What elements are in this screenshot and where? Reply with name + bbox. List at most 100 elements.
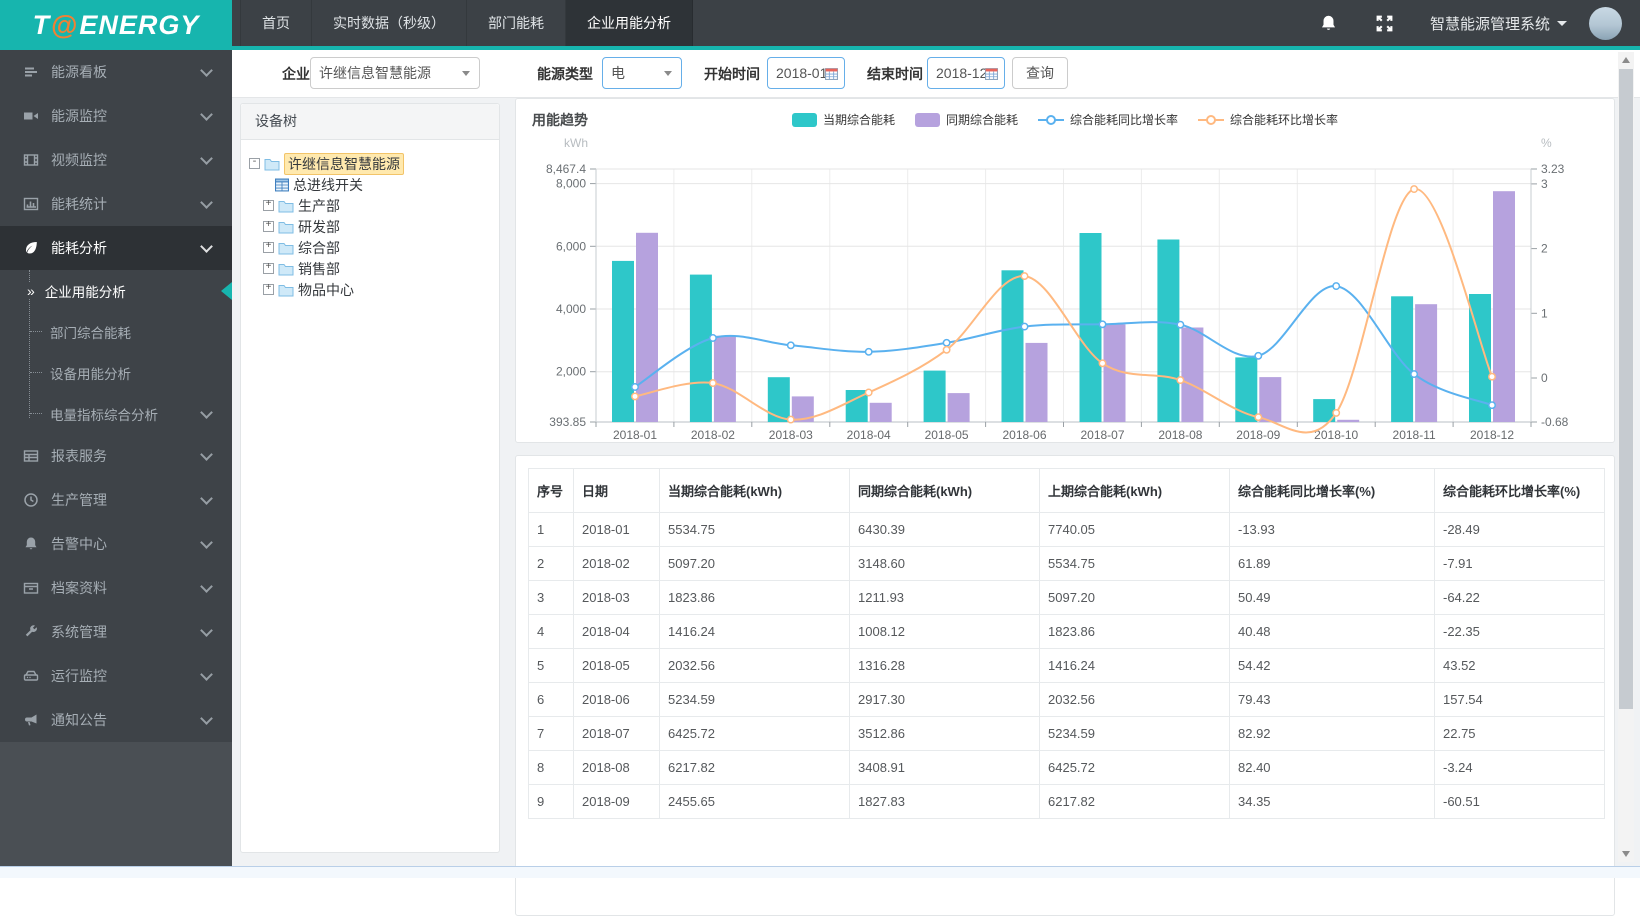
expand-icon[interactable]: + (263, 200, 274, 211)
tree-node-root[interactable]: - 许继信息智慧能源 (249, 152, 491, 175)
column-header: 上期综合能耗(kWh) (1039, 468, 1230, 513)
table-cell: 3148.60 (849, 546, 1040, 581)
table-cell: 2018-06 (573, 682, 660, 717)
sidebar-item-7[interactable]: 生产管理 (0, 478, 232, 522)
table-cell: 61.89 (1229, 546, 1435, 581)
sidebar-item-11[interactable]: 运行监控 (0, 654, 232, 698)
table-row: 9 2018-09 2455.65 1827.83 6217.82 34.35 -60.51 (528, 784, 1605, 819)
sidebar: 能源看板 能源监控 视频监控能耗统计能耗分析 » 企业用能分析 部门综合能耗 设备用能分析电… (0, 50, 232, 866)
start-time-input[interactable]: 2018-01 (767, 57, 845, 89)
sidebar-item-10[interactable]: 系统管理 (0, 610, 232, 654)
table-cell: 2018-01 (573, 512, 660, 547)
expand-icon[interactable]: + (263, 221, 274, 232)
folder-icon (278, 262, 294, 276)
table-cell: 3 (528, 580, 574, 615)
sidebar-item-6[interactable]: 报表服务 (0, 434, 232, 478)
user-avatar[interactable] (1589, 6, 1622, 40)
end-time-input[interactable]: 2018-12 (927, 57, 1005, 89)
sidebar-item-label: 报表服务 (51, 448, 107, 464)
expand-icon[interactable]: + (263, 263, 274, 274)
point-综合能耗环比增长率-2018-03 (786, 415, 795, 424)
scrollbar-up-arrow-icon[interactable] (1618, 52, 1634, 68)
table-cell: 1211.93 (849, 580, 1040, 615)
tree-node-综合部[interactable]: + 综合部 (249, 237, 491, 258)
nav-tab-2[interactable]: 实时数据（秒级） (312, 0, 467, 46)
tree-node-生产部[interactable]: + 生产部 (249, 195, 491, 216)
svg-text:2,000: 2,000 (556, 365, 586, 379)
scrollbar-down-arrow-icon[interactable] (1618, 846, 1634, 862)
sidebar-item-9[interactable]: 档案资料 (0, 566, 232, 610)
svg-text:3: 3 (1541, 177, 1548, 191)
query-button[interactable]: 查询 (1012, 57, 1068, 89)
sidebar-item-12[interactable]: 通知公告 (0, 698, 232, 742)
energy-type-select[interactable]: 电 (602, 57, 682, 89)
bar-当期综合能耗-2018-07 (1079, 233, 1102, 422)
column-header: 同期综合能耗(kWh) (849, 468, 1040, 513)
legend-item-综合能耗同比增长率[interactable]: 综合能耗同比增长率 (1038, 111, 1178, 128)
calendar-icon[interactable] (985, 67, 998, 80)
notifications-bell-icon[interactable] (1318, 12, 1340, 34)
sidebar-subitem-部门综合能耗[interactable]: 部门综合能耗 (0, 311, 232, 352)
vertical-scrollbar[interactable] (1618, 52, 1634, 862)
point-综合能耗同比增长率-2018-11 (1410, 370, 1419, 379)
sidebar-item-5[interactable]: 能耗分析 (0, 226, 232, 270)
vertical-scrollbar-thumb[interactable] (1619, 69, 1633, 709)
expand-icon[interactable]: + (263, 284, 274, 295)
sidebar-item-4[interactable]: 能耗统计 (0, 182, 232, 226)
enterprise-value: 许继信息智慧能源 (319, 65, 431, 81)
expand-icon[interactable]: + (263, 242, 274, 253)
active-submenu-arrow-icon: » (25, 282, 37, 299)
sidebar-item-3[interactable]: 视频监控 (0, 138, 232, 182)
table-cell: 6425.72 (1039, 750, 1230, 785)
bar-同期综合能耗-2018-02 (713, 335, 736, 422)
sidebar-subitem-企业用能分析[interactable]: » 企业用能分析 (0, 270, 232, 311)
table-cell: 2 (528, 546, 574, 581)
tree-line (30, 331, 42, 332)
column-header: 日期 (573, 468, 660, 513)
table-cell: 1 (528, 512, 574, 547)
table-cell: 1823.86 (1039, 614, 1230, 649)
tree-node-总进线开关[interactable]: 总进线开关 (249, 174, 491, 195)
legend-item-同期综合能耗[interactable]: 同期综合能耗 (914, 111, 1018, 128)
svg-text:2018-01: 2018-01 (613, 428, 657, 442)
sidebar-item-label: 能耗统计 (51, 196, 107, 212)
tree-node-研发部[interactable]: + 研发部 (249, 216, 491, 237)
point-综合能耗同比增长率-2018-01 (631, 383, 639, 391)
svg-text:2018-02: 2018-02 (691, 428, 735, 442)
system-title-menu[interactable]: 智慧能源管理系统 (1430, 13, 1567, 34)
svg-text:2018-05: 2018-05 (925, 428, 969, 442)
table-cell: 2018-05 (573, 648, 660, 683)
sidebar-item-1[interactable]: 能源看板 (0, 50, 232, 94)
bar-同期综合能耗-2018-04 (869, 402, 892, 422)
calendar-icon[interactable] (825, 67, 838, 80)
sidebar-subitem-设备用能分析[interactable]: 设备用能分析 (0, 352, 232, 393)
svg-text:2018-11: 2018-11 (1393, 428, 1436, 442)
legend-item-综合能耗环比增长率[interactable]: 综合能耗环比增长率 (1198, 111, 1338, 128)
table-cell: 6217.82 (1039, 784, 1230, 819)
enterprise-select[interactable]: 许继信息智慧能源 (310, 57, 480, 89)
tree-node-销售部[interactable]: + 销售部 (249, 258, 491, 279)
table-cell: 2018-04 (573, 614, 660, 649)
fullscreen-expand-icon[interactable] (1374, 12, 1396, 34)
table-cell: 3408.91 (849, 750, 1040, 785)
sidebar-subitem-电量指标综合分析[interactable]: 电量指标综合分析 (0, 393, 232, 434)
horizontal-scrollbar-track[interactable] (0, 866, 1640, 878)
tree-node-物品中心[interactable]: + 物品中心 (249, 279, 491, 300)
table-cell: 79.43 (1229, 682, 1435, 717)
energy-trend-chart: 393.85 2,000 4,000 6,000 8,0008,467.4 -0.68 0 1… (546, 136, 1569, 442)
table-cell: -64.22 (1434, 580, 1605, 615)
collapse-icon[interactable]: - (249, 158, 260, 169)
sidebar-item-8[interactable]: 告警中心 (0, 522, 232, 566)
nav-tab-1[interactable]: 首页 (240, 0, 312, 46)
table-cell: 50.49 (1229, 580, 1435, 615)
legend-label: 同期综合能耗 (945, 113, 1018, 127)
nav-tab-4[interactable]: 企业用能分析 (566, 0, 693, 46)
legend-item-当期综合能耗[interactable]: 当期综合能耗 (791, 111, 895, 128)
sidebar-item-2[interactable]: 能源监控 (0, 94, 232, 138)
sidebar-item-label: 系统管理 (51, 624, 107, 640)
start-time-label: 开始时间 (704, 66, 760, 82)
nav-tab-3[interactable]: 部门能耗 (467, 0, 566, 46)
table-cell: 1823.86 (659, 580, 850, 615)
table-row: 3 2018-03 1823.86 1211.93 5097.20 50.49 -64.22 (528, 580, 1605, 615)
table-cell: 43.52 (1434, 648, 1605, 683)
